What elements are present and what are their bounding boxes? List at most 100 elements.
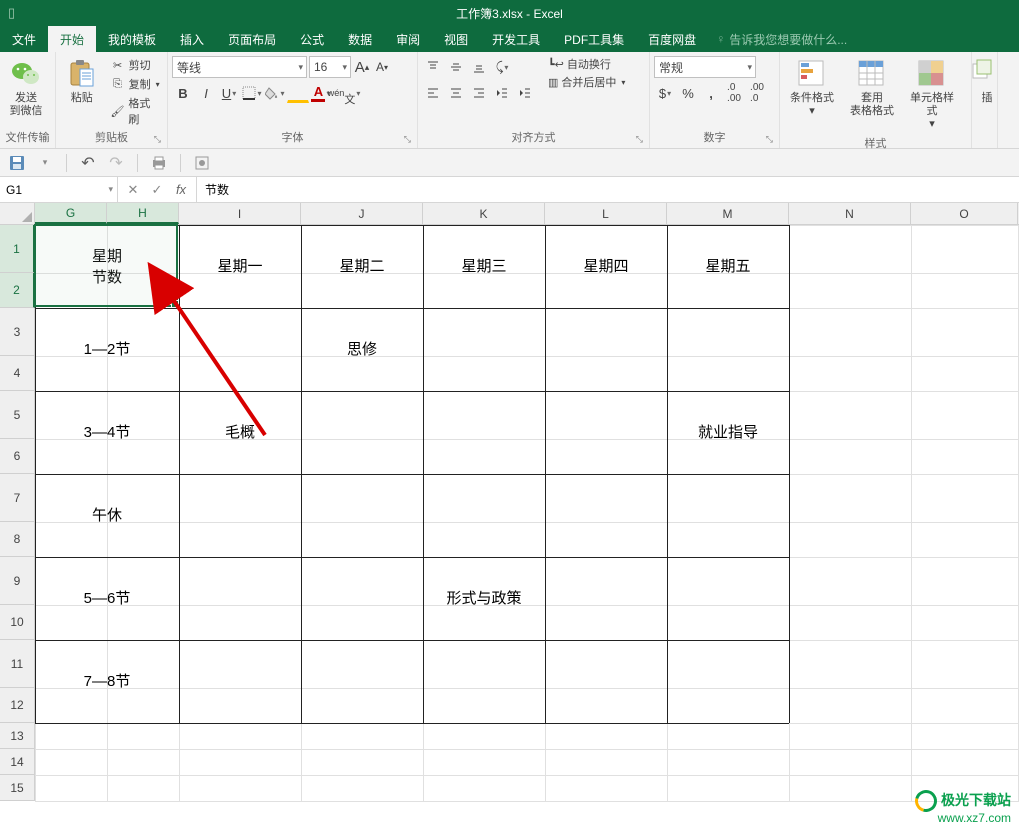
- redo-button[interactable]: ↷: [105, 152, 127, 174]
- col-header-K[interactable]: K: [423, 203, 545, 224]
- copy-button[interactable]: ⎘复制▾: [108, 75, 163, 93]
- tab-视图[interactable]: 视图: [432, 26, 480, 52]
- orientation-button[interactable]: ⤹▾: [491, 56, 513, 78]
- accounting-format-button[interactable]: $▾: [654, 82, 676, 104]
- formula-input[interactable]: 节数: [197, 177, 1019, 202]
- decrease-indent-button[interactable]: [491, 82, 513, 104]
- italic-button[interactable]: I: [195, 82, 217, 104]
- qat-dropdown[interactable]: ▾: [34, 152, 56, 174]
- tab-数据[interactable]: 数据: [336, 26, 384, 52]
- watermark-logo-icon: [911, 786, 941, 816]
- tab-开始[interactable]: 开始: [48, 26, 96, 52]
- tab-文件[interactable]: 文件: [0, 26, 48, 52]
- row-header-15[interactable]: 15: [0, 775, 34, 801]
- select-all-button[interactable]: [0, 203, 35, 224]
- tab-页面布局[interactable]: 页面布局: [216, 26, 288, 52]
- cell-style-button[interactable]: 单元格样式▾: [904, 56, 960, 134]
- tab-我的模板[interactable]: 我的模板: [96, 26, 168, 52]
- print-preview-button[interactable]: [148, 152, 170, 174]
- dialog-launcher-icon[interactable]: ⤡: [154, 134, 161, 145]
- cancel-edit-button[interactable]: ✕: [124, 182, 142, 198]
- border-button[interactable]: ▾: [241, 82, 263, 104]
- cut-button[interactable]: ✂剪切: [108, 56, 163, 74]
- row-header-14[interactable]: 14: [0, 749, 34, 775]
- tell-me-input[interactable]: ♀告诉我您想要做什么...: [708, 26, 855, 52]
- confirm-edit-button[interactable]: ✓: [148, 182, 166, 198]
- cells-area[interactable]: 星期节数星期一星期二星期三星期四星期五1—2节3—4节午休5—6节7—8节思修毛…: [35, 225, 1019, 801]
- conditional-format-button[interactable]: 条件格式▾: [784, 56, 840, 120]
- name-box[interactable]: G1▾: [0, 177, 118, 202]
- dialog-launcher-icon[interactable]: ⤡: [766, 134, 773, 145]
- align-right-button[interactable]: [468, 82, 490, 104]
- align-top-button[interactable]: [422, 56, 444, 78]
- col-header-J[interactable]: J: [301, 203, 423, 224]
- row-header-4[interactable]: 4: [0, 356, 34, 391]
- col-header-M[interactable]: M: [667, 203, 789, 224]
- dialog-launcher-icon[interactable]: ⤡: [404, 134, 411, 145]
- chevron-down-icon: ▾: [298, 62, 303, 73]
- col-header-O[interactable]: O: [911, 203, 1018, 224]
- tab-公式[interactable]: 公式: [288, 26, 336, 52]
- bold-button[interactable]: B: [172, 82, 194, 104]
- undo-button[interactable]: ↶: [77, 152, 99, 174]
- row-header-9[interactable]: 9: [0, 557, 34, 605]
- increase-decimal-button[interactable]: .0.00: [723, 82, 745, 104]
- merge-icon: ▥: [548, 76, 558, 89]
- group-styles: 条件格式▾ 套用 表格格式 单元格样式▾ 样式: [780, 52, 972, 148]
- row-header-8[interactable]: 8: [0, 522, 34, 557]
- row-header-13[interactable]: 13: [0, 723, 34, 749]
- row-header-10[interactable]: 10: [0, 605, 34, 640]
- decrease-decimal-button[interactable]: .00.0: [746, 82, 768, 104]
- tab-审阅[interactable]: 审阅: [384, 26, 432, 52]
- format-painter-button[interactable]: 🖌格式刷: [108, 94, 163, 128]
- phonetic-button[interactable]: wén文▾: [333, 82, 355, 104]
- cell-style-icon: [916, 58, 948, 90]
- send-to-wechat-button[interactable]: 发送到微信: [4, 56, 48, 120]
- format-table-button[interactable]: 套用 表格格式: [844, 56, 900, 120]
- row-header-1[interactable]: 1: [0, 225, 35, 273]
- font-size-combo[interactable]: 16▾: [309, 56, 351, 78]
- chevron-down-icon: ▾: [108, 184, 113, 195]
- conditional-format-icon: [796, 58, 828, 90]
- row-header-7[interactable]: 7: [0, 474, 34, 522]
- insert-button[interactable]: 插: [976, 56, 998, 107]
- col-header-H[interactable]: H: [107, 203, 179, 224]
- cell-value: 5—6节: [35, 557, 179, 640]
- fill-color-button[interactable]: ▾: [264, 82, 286, 104]
- dialog-launcher-icon[interactable]: ⤡: [636, 134, 643, 145]
- number-format-combo[interactable]: 常规▾: [654, 56, 756, 78]
- tab-插入[interactable]: 插入: [168, 26, 216, 52]
- paste-button[interactable]: 粘贴: [60, 56, 104, 107]
- col-header-N[interactable]: N: [789, 203, 911, 224]
- increase-indent-button[interactable]: [514, 82, 536, 104]
- merge-center-button[interactable]: ▥合并后居中▾: [548, 74, 625, 90]
- tab-百度网盘[interactable]: 百度网盘: [636, 26, 708, 52]
- col-header-L[interactable]: L: [545, 203, 667, 224]
- row-header-5[interactable]: 5: [0, 391, 34, 439]
- percent-button[interactable]: %: [677, 82, 699, 104]
- decrease-font-button[interactable]: A▾: [373, 56, 391, 78]
- fx-button[interactable]: fx: [172, 182, 190, 197]
- comma-button[interactable]: ,: [700, 82, 722, 104]
- font-family-combo[interactable]: 等线▾: [172, 56, 307, 78]
- align-left-button[interactable]: [422, 82, 444, 104]
- qat-unknown-button[interactable]: [191, 152, 213, 174]
- row-header-11[interactable]: 11: [0, 640, 34, 688]
- spreadsheet-grid[interactable]: GHIJKLMNO 123456789101112131415 星期节数星期一星…: [0, 203, 1019, 831]
- underline-button[interactable]: U▾: [218, 82, 240, 104]
- save-button[interactable]: [6, 152, 28, 174]
- wrap-text-button[interactable]: ┗↩自动换行: [548, 56, 625, 72]
- align-center-button[interactable]: [445, 82, 467, 104]
- increase-font-button[interactable]: A▴: [353, 56, 371, 78]
- row-header-6[interactable]: 6: [0, 439, 34, 474]
- align-middle-button[interactable]: [445, 56, 467, 78]
- align-bottom-button[interactable]: [468, 56, 490, 78]
- tab-PDF工具集[interactable]: PDF工具集: [552, 26, 636, 52]
- chevron-down-icon: ▾: [342, 62, 347, 73]
- tab-开发工具[interactable]: 开发工具: [480, 26, 552, 52]
- col-header-I[interactable]: I: [179, 203, 301, 224]
- row-header-2[interactable]: 2: [0, 273, 35, 308]
- col-header-G[interactable]: G: [35, 203, 107, 224]
- row-header-12[interactable]: 12: [0, 688, 34, 723]
- row-header-3[interactable]: 3: [0, 308, 34, 356]
